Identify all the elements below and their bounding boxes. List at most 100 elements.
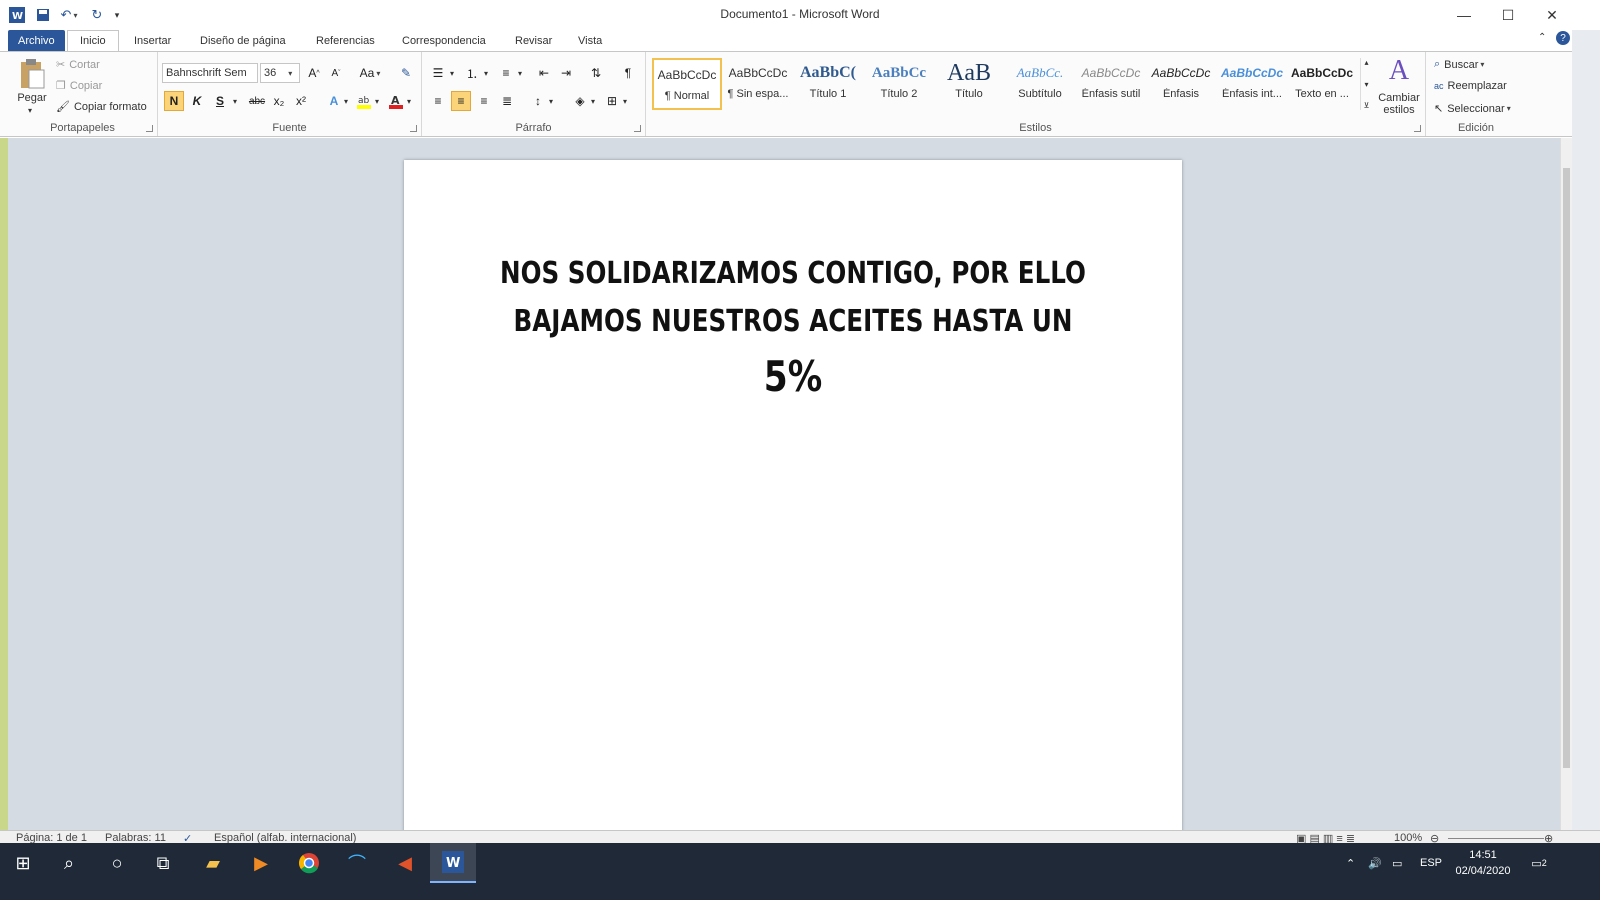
font-color-icon[interactable]: A (386, 91, 406, 111)
scrollbar-thumb[interactable] (1563, 168, 1570, 768)
strikethrough-button[interactable]: abc (245, 91, 269, 111)
tab-vista[interactable]: Vista (566, 30, 614, 52)
highlight-dropdown-icon[interactable]: ▾ (375, 97, 379, 106)
tab-archivo[interactable]: Archivo (8, 30, 65, 52)
superscript-button[interactable]: x² (291, 91, 311, 111)
styles-scroll[interactable]: ▴ ▾ ⊻ (1360, 58, 1372, 110)
numbering-icon[interactable]: ⒈ (462, 63, 482, 83)
align-center-icon[interactable]: ≡ (451, 91, 471, 111)
borders-icon[interactable]: ⊞ (602, 91, 622, 111)
italic-button[interactable]: K (187, 91, 207, 111)
font-color-dropdown-icon[interactable]: ▾ (407, 97, 411, 106)
file-explorer-icon[interactable]: ▰ (190, 843, 236, 883)
copy-button[interactable]: ❐ Copiar (56, 79, 102, 93)
word-taskbar-icon[interactable]: W (430, 843, 476, 883)
change-styles-icon[interactable]: A (1376, 55, 1422, 86)
numbering-dropdown-icon[interactable]: ▾ (484, 69, 488, 78)
font-size-combo[interactable]: 36 ▾ (260, 63, 300, 83)
tab-inicio[interactable]: Inicio (67, 30, 119, 52)
line-spacing-icon[interactable]: ↕ (528, 91, 548, 111)
align-left-icon[interactable]: ≡ (428, 91, 448, 111)
paste-button[interactable]: Pegar (16, 92, 48, 104)
minimize-button[interactable]: — (1446, 4, 1482, 26)
style-normal[interactable]: AaBbCcDc ¶ Normal (652, 58, 722, 110)
style-enfasis-sutil[interactable]: AaBbCcDc Énfasis sutil (1076, 58, 1146, 110)
maximize-button[interactable]: ☐ (1490, 4, 1526, 26)
sort-icon[interactable]: ⇅ (586, 63, 606, 83)
highlight-icon[interactable]: ab (354, 91, 374, 111)
align-right-icon[interactable]: ≡ (474, 91, 494, 111)
paragraph-launcher-icon[interactable] (634, 125, 641, 132)
document-page[interactable]: NOS SOLIDARIZAMOS CONTIGO, POR ELLO BAJA… (404, 160, 1182, 830)
notifications-icon[interactable]: ▭ 2 (1528, 843, 1550, 883)
multilevel-list-icon[interactable]: ≡ (496, 63, 516, 83)
help-icon[interactable]: ? (1556, 31, 1570, 45)
close-button[interactable]: ✕ (1534, 4, 1570, 26)
tab-correspondencia[interactable]: Correspondencia (390, 30, 498, 52)
app-arc-icon[interactable]: ⌒ (334, 843, 380, 883)
task-view-icon[interactable]: ⧉ (140, 843, 186, 883)
tab-referencias[interactable]: Referencias (304, 30, 387, 52)
style-sin-espaciado[interactable]: AaBbCcDc ¶ Sin espa... (723, 58, 793, 110)
zoom-slider[interactable] (1448, 838, 1544, 839)
bullets-dropdown-icon[interactable]: ▾ (450, 69, 454, 78)
increase-indent-icon[interactable]: ⇥ (556, 63, 576, 83)
volume-icon[interactable]: 🔊 (1368, 843, 1382, 883)
clear-formatting-icon[interactable]: ✎ (396, 63, 416, 83)
grow-font-icon[interactable]: A ^ (304, 63, 324, 83)
decrease-indent-icon[interactable]: ⇤ (534, 63, 554, 83)
select-button[interactable]: ↖ Seleccionar ▾ (1434, 102, 1511, 116)
bold-button[interactable]: N (164, 91, 184, 111)
clock[interactable]: 14:51 02/04/2020 (1448, 847, 1518, 879)
shrink-font-icon[interactable]: Aˇ (326, 63, 346, 83)
justify-icon[interactable]: ≣ (497, 91, 517, 111)
cortana-icon[interactable]: ○ (94, 843, 140, 883)
scroll-up-icon[interactable]: ▴ (1364, 58, 1368, 67)
style-texto-en-negrita[interactable]: AaBbCcDc Texto en ... (1287, 58, 1357, 110)
tab-revisar[interactable]: Revisar (503, 30, 564, 52)
text-effects-icon[interactable]: A (324, 91, 344, 111)
underline-button[interactable]: S (210, 91, 230, 111)
style-enfasis[interactable]: AaBbCcDc Énfasis (1146, 58, 1216, 110)
vertical-scrollbar[interactable] (1560, 138, 1572, 830)
text-effects-dropdown-icon[interactable]: ▾ (344, 97, 348, 106)
format-painter-button[interactable]: 🖌 Copiar formato (56, 100, 147, 114)
more-styles-icon[interactable]: ⊻ (1364, 101, 1370, 110)
audio-app-icon[interactable]: ◀ (382, 843, 428, 883)
bullets-icon[interactable]: ☰ (428, 63, 448, 83)
style-titulo[interactable]: AaB Título (934, 58, 1004, 110)
replace-button[interactable]: ac Reemplazar (1434, 80, 1507, 92)
font-name-combo[interactable]: Bahnschrift Sem (162, 63, 258, 83)
font-launcher-icon[interactable] (410, 125, 417, 132)
tab-insertar[interactable]: Insertar (122, 30, 183, 52)
style-enfasis-intenso[interactable]: AaBbCcDc Énfasis int... (1217, 58, 1287, 110)
change-case-button[interactable]: Aa ▾ (356, 63, 384, 83)
style-subtitulo[interactable]: AaBbCc. Subtítulo (1005, 58, 1075, 110)
clipboard-launcher-icon[interactable] (146, 125, 153, 132)
style-titulo-1[interactable]: AaBbC( Título 1 (793, 58, 863, 110)
show-marks-button[interactable]: ¶ (618, 63, 638, 83)
chrome-icon[interactable] (286, 843, 332, 883)
collapse-ribbon-icon[interactable]: ⌃ (1538, 32, 1546, 43)
tab-diseno-pagina[interactable]: Diseño de página (188, 30, 298, 52)
multilevel-dropdown-icon[interactable]: ▾ (518, 69, 522, 78)
shading-icon[interactable]: ◈ (570, 91, 590, 111)
windows-start-icon[interactable]: ⊞ (0, 843, 46, 883)
style-titulo-2[interactable]: AaBbCc Título 2 (864, 58, 934, 110)
input-language[interactable]: ESP (1420, 843, 1442, 883)
paste-dropdown-icon[interactable]: ▾ (28, 106, 32, 115)
scroll-down-icon[interactable]: ▾ (1364, 80, 1368, 89)
media-player-icon[interactable]: ▶ (238, 843, 284, 883)
cut-button[interactable]: ✂ Cortar (56, 58, 100, 72)
search-icon[interactable]: ⌕ (46, 843, 92, 883)
paste-icon[interactable] (16, 56, 48, 92)
subscript-button[interactable]: x₂ (269, 91, 289, 111)
change-styles-button[interactable]: Cambiar estilos (1374, 92, 1424, 116)
line-spacing-dropdown-icon[interactable]: ▾ (549, 97, 553, 106)
network-icon[interactable]: ▭ (1392, 843, 1402, 883)
styles-launcher-icon[interactable] (1414, 125, 1421, 132)
find-button[interactable]: ⌕ Buscar ▾ (1434, 58, 1484, 71)
shading-dropdown-icon[interactable]: ▾ (591, 97, 595, 106)
tray-chevron-icon[interactable]: ⌃ (1346, 843, 1355, 883)
borders-dropdown-icon[interactable]: ▾ (623, 97, 627, 106)
